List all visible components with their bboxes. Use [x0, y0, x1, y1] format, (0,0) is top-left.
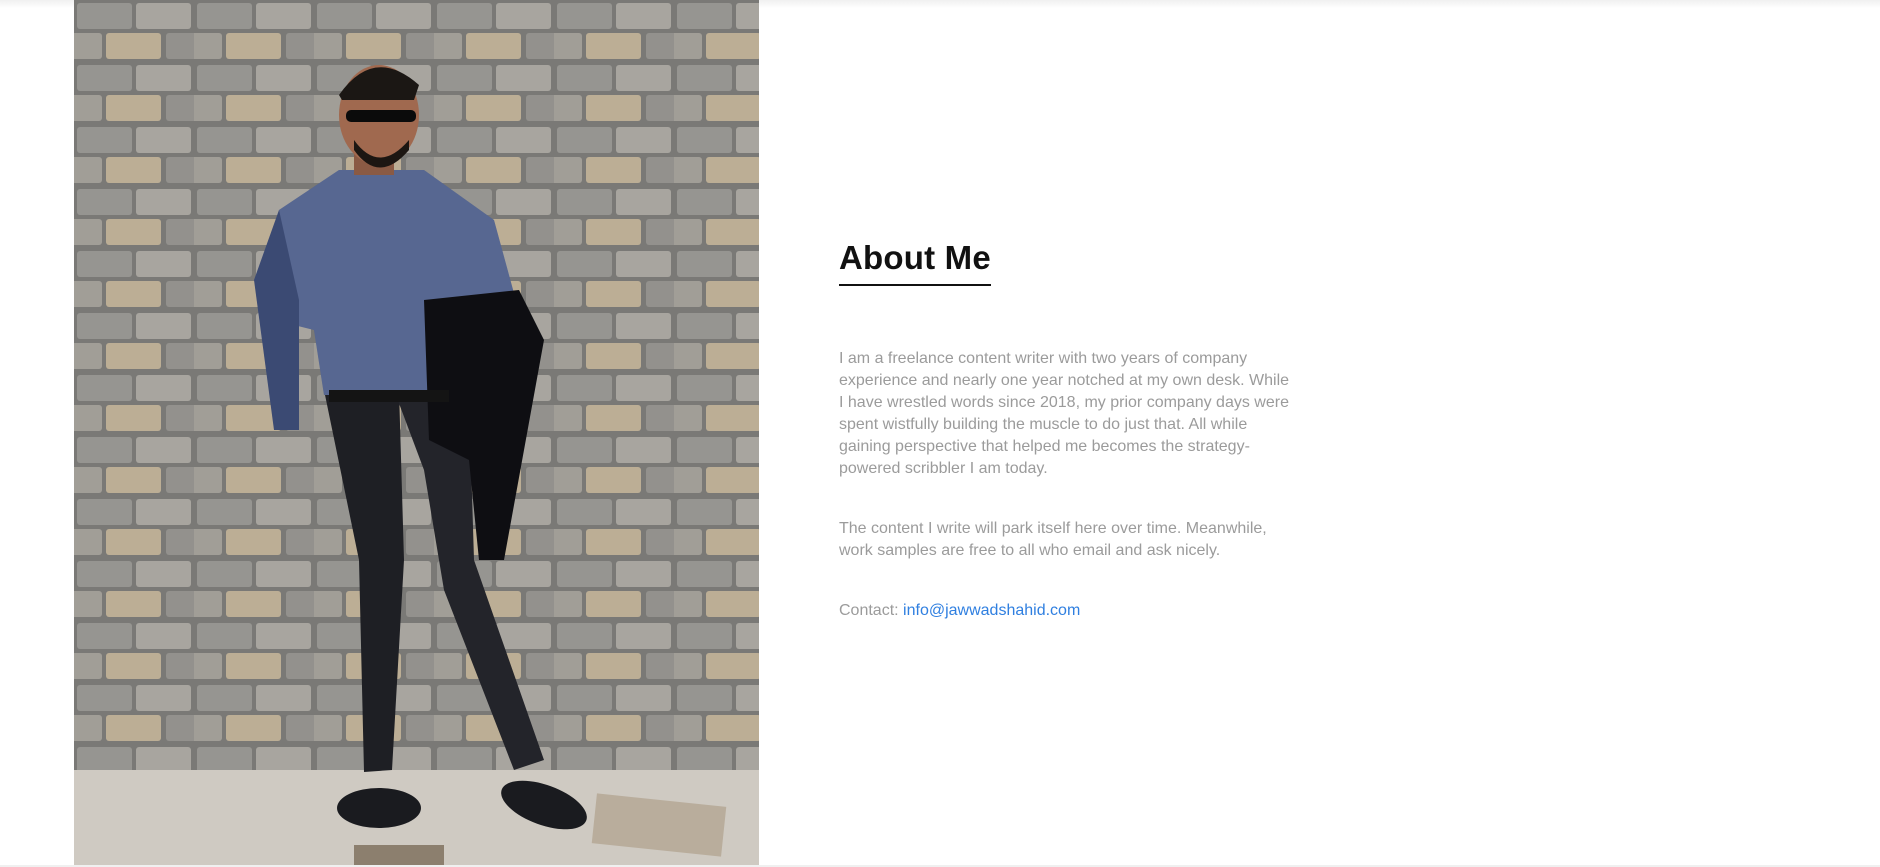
about-section: About Me I am a freelance content writer…	[839, 236, 1299, 622]
about-page: About Me I am a freelance content writer…	[0, 0, 1880, 867]
profile-photo	[74, 0, 759, 866]
about-paragraph-2: The content I write will park itself her…	[839, 520, 1267, 559]
contact-label: Contact:	[839, 602, 899, 619]
contact-email-link[interactable]: info@jawwadshahid.com	[903, 602, 1080, 619]
contact-line: Contact: info@jawwadshahid.com	[839, 600, 1299, 622]
about-heading: About Me	[839, 236, 991, 286]
about-paragraph-1: I am a freelance content writer with two…	[839, 350, 1290, 477]
